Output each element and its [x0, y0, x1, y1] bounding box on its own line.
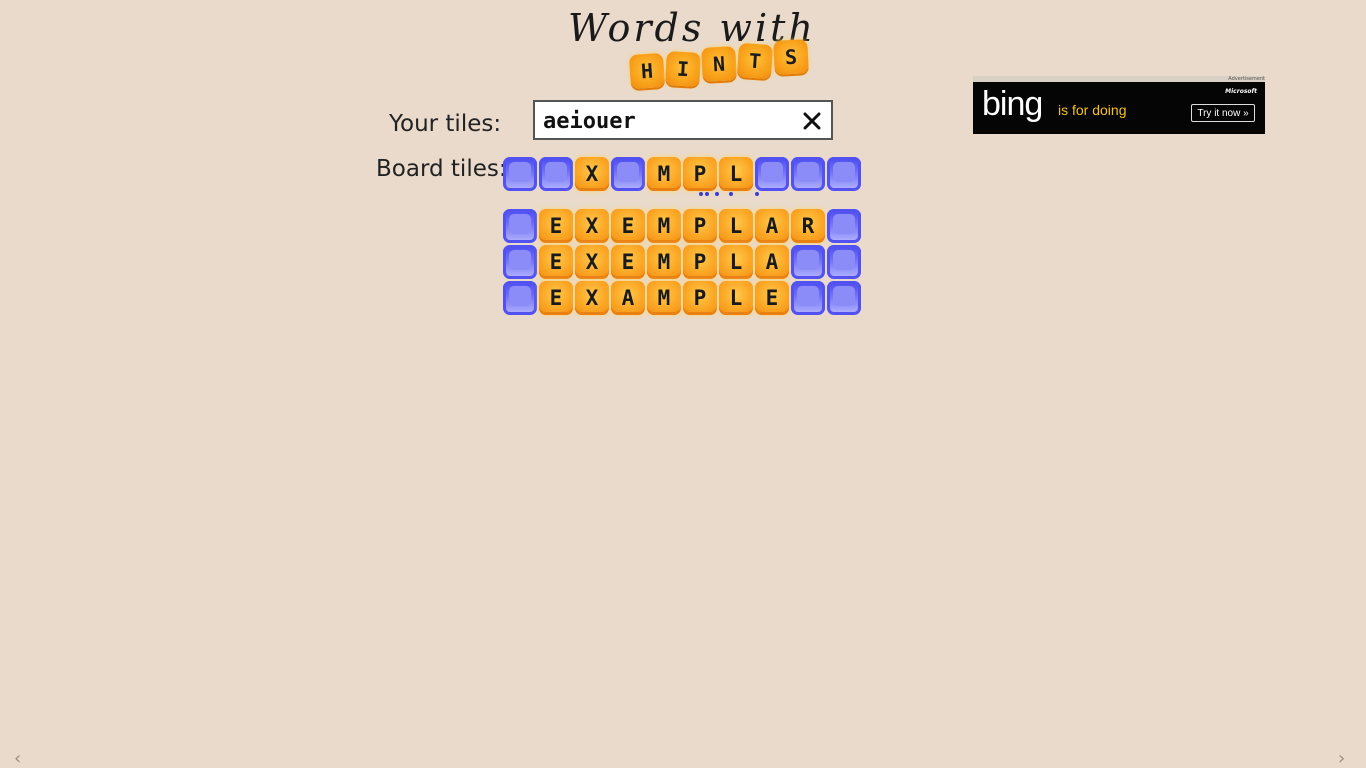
- empty-tile: [827, 157, 861, 191]
- letter-tile: A: [611, 281, 645, 315]
- logo-tile: I: [665, 51, 701, 87]
- letter-tile: P: [683, 157, 717, 191]
- app-logo: Words with H I N T S: [560, 4, 820, 94]
- empty-tile: [611, 157, 645, 191]
- gap-indicator-dots: [695, 192, 765, 198]
- gap-dot: [705, 192, 709, 196]
- empty-tile: [827, 209, 861, 243]
- empty-tile: [503, 209, 537, 243]
- letter-tile: A: [755, 245, 789, 279]
- your-tiles-label: Your tiles:: [389, 111, 502, 137]
- empty-tile: [503, 281, 537, 315]
- chevron-left-icon[interactable]: ‹: [14, 748, 21, 768]
- ad-body: Microsoft bing is for doing Try it now »: [973, 82, 1265, 134]
- clear-button[interactable]: [799, 108, 825, 134]
- letter-tile: M: [647, 157, 681, 191]
- letter-tile: M: [647, 209, 681, 243]
- logo-tile: H: [628, 52, 666, 90]
- empty-tile: [791, 157, 825, 191]
- ad-tagline: is for doing: [1058, 102, 1127, 118]
- empty-tile: [539, 157, 573, 191]
- letter-tile: L: [719, 281, 753, 315]
- your-tiles-input[interactable]: [543, 106, 793, 136]
- empty-tile: [827, 281, 861, 315]
- letter-tile: P: [683, 281, 717, 315]
- letter-tile: L: [719, 209, 753, 243]
- empty-tile: [755, 157, 789, 191]
- chevron-right-icon[interactable]: ›: [1338, 748, 1345, 768]
- logo-tile: S: [773, 39, 809, 75]
- letter-tile: P: [683, 245, 717, 279]
- logo-tile: N: [701, 46, 737, 82]
- letter-tile: L: [719, 157, 753, 191]
- close-icon: [803, 112, 821, 130]
- letter-tile: X: [575, 245, 609, 279]
- empty-tile: [791, 281, 825, 315]
- ad-cta-button[interactable]: Try it now »: [1191, 104, 1255, 122]
- letter-tile: X: [575, 209, 609, 243]
- your-tiles-field: [533, 100, 833, 140]
- gap-dot: [755, 192, 759, 196]
- ad-sponsor: Microsoft: [1225, 88, 1257, 95]
- letter-tile: R: [791, 209, 825, 243]
- letter-tile: E: [539, 209, 573, 243]
- letter-tile: E: [539, 245, 573, 279]
- advertisement-banner[interactable]: Advertisement Microsoft bing is for doin…: [973, 76, 1265, 134]
- empty-tile: [827, 245, 861, 279]
- gap-dot: [699, 192, 703, 196]
- app-page: Words with H I N T S Your tiles: Board t…: [0, 0, 1366, 768]
- letter-tile: M: [647, 245, 681, 279]
- gap-dot: [729, 192, 733, 196]
- letter-tile: P: [683, 209, 717, 243]
- board-tiles-label: Board tiles:: [376, 156, 507, 182]
- letter-tile: M: [647, 281, 681, 315]
- letter-tile: X: [575, 281, 609, 315]
- empty-tile: [503, 157, 537, 191]
- letter-tile: E: [611, 209, 645, 243]
- letter-tile: A: [755, 209, 789, 243]
- letter-tile: L: [719, 245, 753, 279]
- letter-tile: E: [755, 281, 789, 315]
- letter-tile: X: [575, 157, 609, 191]
- gap-dot: [715, 192, 719, 196]
- empty-tile: [791, 245, 825, 279]
- logo-tile: T: [736, 42, 774, 80]
- empty-tile: [503, 245, 537, 279]
- letter-tile: E: [611, 245, 645, 279]
- letter-tile: E: [539, 281, 573, 315]
- ad-brand: bing: [982, 85, 1043, 123]
